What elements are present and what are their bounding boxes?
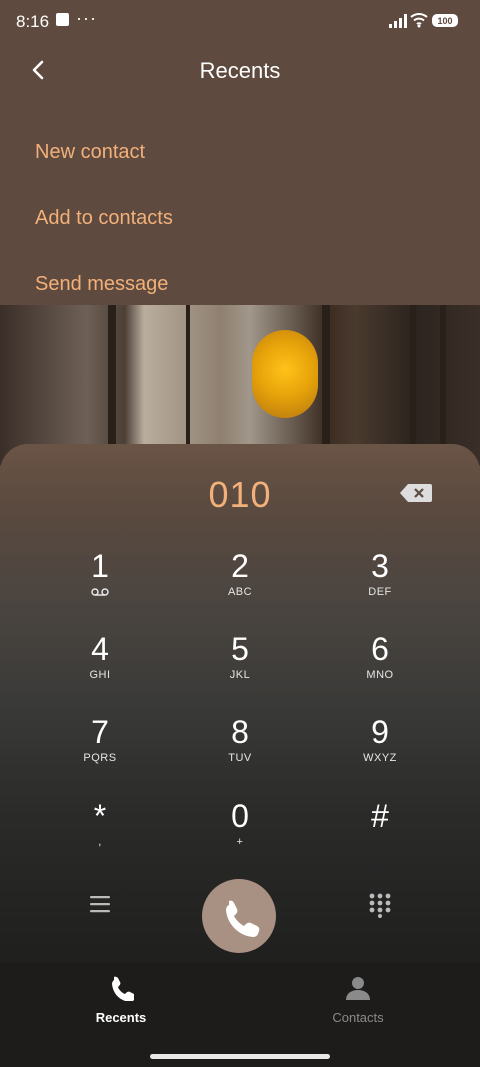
person-icon: [346, 977, 370, 1000]
add-to-contacts-option[interactable]: Add to contacts: [35, 207, 173, 230]
dialpad-toggle-icon[interactable]: [368, 892, 392, 918]
tab-contacts-label: Contacts: [332, 1010, 384, 1025]
more-notifications-icon: ···: [76, 8, 97, 28]
menu-icon[interactable]: [88, 894, 112, 914]
key-2[interactable]: 2 ABC: [180, 548, 300, 618]
key-3[interactable]: 3 DEF: [320, 548, 440, 618]
signal-icon: [389, 14, 407, 28]
status-bar: 8:16 ··· 100: [0, 0, 480, 44]
header: Recents: [0, 46, 480, 96]
new-contact-option[interactable]: New contact: [35, 141, 145, 164]
sunset-lamp-image: [252, 330, 318, 418]
tab-contacts[interactable]: Contacts: [298, 975, 418, 1025]
backspace-icon[interactable]: [400, 484, 432, 502]
key-0[interactable]: 0 +: [180, 798, 300, 868]
wallpaper-image: [0, 305, 480, 465]
key-7[interactable]: 7 PQRS: [40, 714, 160, 784]
notification-icon: [56, 13, 69, 26]
send-message-option[interactable]: Send message: [35, 273, 168, 296]
home-indicator[interactable]: [150, 1054, 330, 1059]
phone-icon: [226, 900, 260, 937]
key-6[interactable]: 6 MNO: [320, 631, 440, 701]
status-time: 8:16: [16, 12, 50, 31]
page-title: Recents: [199, 58, 281, 83]
call-button[interactable]: [202, 879, 276, 953]
phone-icon: [112, 976, 136, 1002]
key-5[interactable]: 5 JKL: [180, 631, 300, 701]
wifi-icon: [410, 13, 428, 28]
key-hash[interactable]: #: [320, 798, 440, 868]
key-8[interactable]: 8 TUV: [180, 714, 300, 784]
tab-recents[interactable]: Recents: [61, 975, 181, 1025]
key-1[interactable]: 1: [40, 548, 160, 618]
tab-recents-label: Recents: [95, 1010, 147, 1025]
key-star[interactable]: * ,: [40, 798, 160, 868]
battery-icon: 100: [432, 14, 458, 27]
key-9[interactable]: 9 WXYZ: [320, 714, 440, 784]
key-4[interactable]: 4 GHI: [40, 631, 160, 701]
voicemail-icon: [91, 588, 109, 596]
bottom-nav: Recents Contacts: [0, 963, 480, 1067]
